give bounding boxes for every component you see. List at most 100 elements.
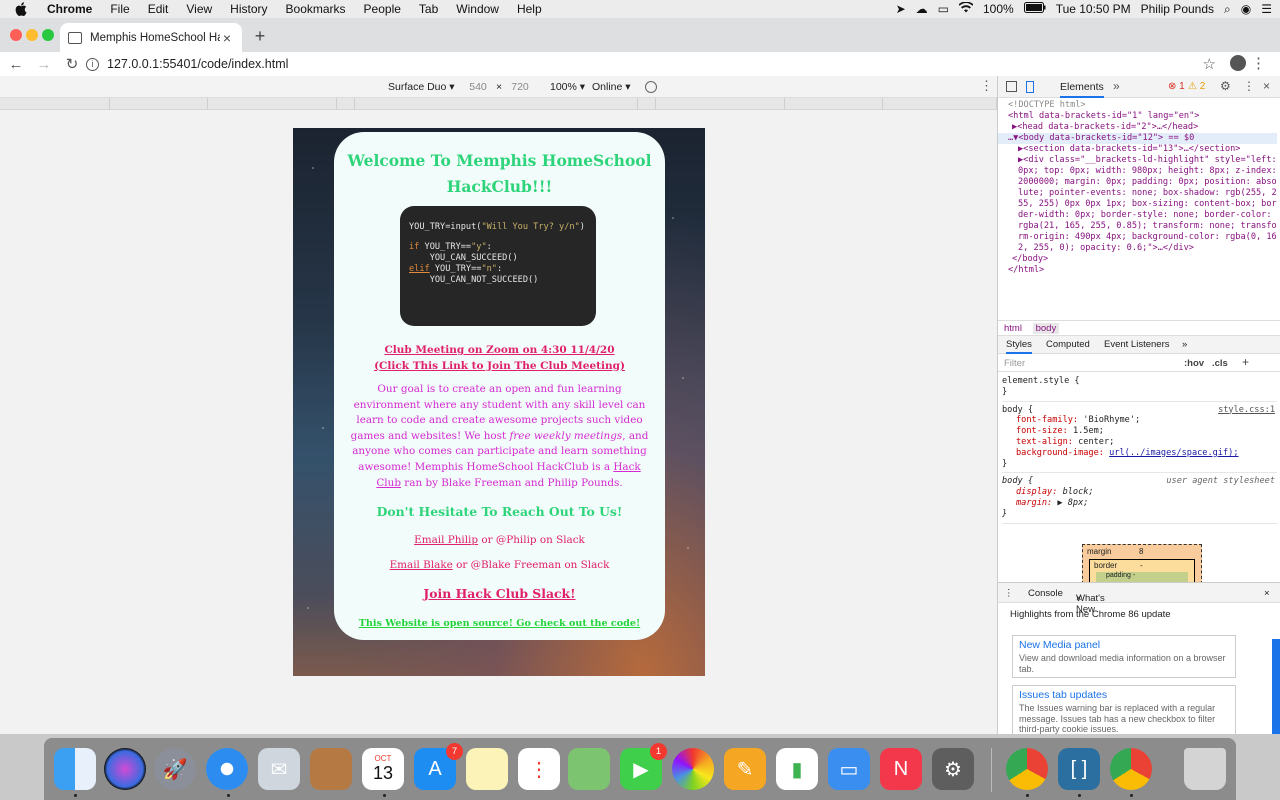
menu-bookmarks[interactable]: Bookmarks	[277, 0, 355, 18]
meeting-info-link[interactable]: Club Meeting on Zoom on 4:30 11/4/20	[344, 344, 655, 356]
more-subtabs-icon[interactable]: »	[1182, 339, 1187, 350]
dom-node[interactable]: <html data-brackets-id="1" lang="en">	[1008, 111, 1277, 122]
media-query-segment[interactable]	[785, 98, 883, 109]
menu-chrome[interactable]: Chrome	[38, 0, 101, 18]
rule-selector[interactable]: element.style {	[1002, 376, 1277, 387]
hover-state-toggle[interactable]: :hov	[1184, 358, 1204, 369]
siri-icon[interactable]: ◉	[1241, 2, 1251, 16]
tab-event-listeners[interactable]: Event Listeners	[1104, 339, 1169, 350]
device-toggle-icon[interactable]	[1026, 81, 1034, 93]
tab-elements[interactable]: Elements	[1060, 76, 1104, 98]
tab-close-icon[interactable]: ×	[220, 30, 234, 46]
close-devtools-icon[interactable]: ×	[1263, 79, 1270, 93]
dom-node[interactable]: </body>	[1008, 254, 1277, 265]
maps-icon[interactable]	[568, 748, 610, 790]
notes-icon[interactable]	[466, 748, 508, 790]
battery-percent[interactable]: 100%	[983, 2, 1014, 16]
more-tabs-icon[interactable]: »	[1113, 79, 1120, 93]
tab-console[interactable]: Console	[1028, 588, 1063, 599]
mail-stamp-icon[interactable]: ✉	[258, 748, 300, 790]
media-query-segment[interactable]	[638, 98, 656, 109]
news-card[interactable]: Issues tab updates The Issues warning ba…	[1012, 685, 1236, 734]
error-count[interactable]: ⊗ 1	[1168, 81, 1185, 92]
chrome-icon[interactable]	[1006, 748, 1048, 790]
news-title[interactable]: New Media panel	[1019, 639, 1229, 651]
media-query-segment[interactable]	[110, 98, 208, 109]
join-slack-link[interactable]: Join Hack Club Slack!	[344, 586, 655, 601]
media-query-segment[interactable]	[0, 98, 110, 109]
keynote-icon[interactable]: ▭	[828, 748, 870, 790]
notification-center-icon[interactable]: ☰	[1261, 2, 1272, 16]
news-icon[interactable]: N	[880, 748, 922, 790]
media-query-segment[interactable]	[656, 98, 785, 109]
device-height-input[interactable]: 720	[500, 81, 540, 93]
cloud-icon[interactable]: ☁	[916, 2, 928, 16]
finder-icon[interactable]	[54, 748, 96, 790]
settings-gear-icon[interactable]: ⚙	[1220, 79, 1231, 93]
battery-icon[interactable]	[1023, 2, 1046, 16]
wifi-icon[interactable]	[958, 1, 974, 16]
style-property[interactable]: text-align: center;	[1002, 437, 1277, 448]
window-minimize-button[interactable]	[26, 29, 38, 41]
rotate-device-icon[interactable]	[645, 81, 657, 93]
email-philip-link[interactable]: Email Philip	[414, 534, 478, 546]
pages-icon[interactable]: ✎	[724, 748, 766, 790]
menubar-clock[interactable]: Tue 10:50 PM	[1056, 2, 1131, 16]
media-query-segment[interactable]	[337, 98, 355, 109]
menu-edit[interactable]: Edit	[139, 0, 178, 18]
devtools-menu-icon[interactable]: ⋮	[1243, 79, 1255, 93]
menu-window[interactable]: Window	[447, 0, 508, 18]
trash-icon[interactable]	[1184, 748, 1226, 790]
brackets-editor-icon[interactable]: [ ]	[1058, 748, 1100, 790]
menu-history[interactable]: History	[221, 0, 276, 18]
menu-view[interactable]: View	[177, 0, 221, 18]
back-arrow-icon[interactable]: ←	[4, 56, 28, 73]
breadcrumb-item-active[interactable]: body	[1032, 323, 1060, 334]
class-toggle[interactable]: .cls	[1212, 358, 1228, 369]
airplay-icon[interactable]: ▭	[938, 2, 949, 16]
box-margin-value[interactable]: 8	[1139, 547, 1143, 556]
dom-node-selected[interactable]: …▼<body data-brackets-id="12"> == $0	[998, 133, 1277, 144]
media-query-segment[interactable]	[883, 98, 997, 109]
close-drawer-icon[interactable]: ×	[1264, 588, 1270, 599]
window-close-button[interactable]	[10, 29, 22, 41]
safari-compass-icon[interactable]	[206, 748, 248, 790]
photos-icon[interactable]	[672, 748, 714, 790]
menu-tab[interactable]: Tab	[410, 0, 447, 18]
browser-tab-active[interactable]: Memphis HomeSchool HackClub ×	[60, 23, 242, 52]
dom-node[interactable]: ▶<head data-brackets-id="2">…</head>	[1008, 122, 1277, 133]
warning-count[interactable]: ⚠ 2	[1188, 81, 1205, 92]
menubar-user[interactable]: Philip Pounds	[1141, 2, 1214, 16]
apple-icon[interactable]	[14, 2, 28, 16]
numbers-chart-icon[interactable]: ▮	[776, 748, 818, 790]
style-property[interactable]: font-size: 1.5em;	[1002, 426, 1277, 437]
launchpad-rocket-icon[interactable]: 🚀	[154, 748, 196, 790]
device-toolbar-more-icon[interactable]: ⋮	[980, 78, 993, 94]
property-value[interactable]: url(../images/space.gif);	[1109, 448, 1238, 458]
menu-people[interactable]: People	[355, 0, 410, 18]
url-text[interactable]: 127.0.0.1:55401/code/index.html	[107, 57, 288, 71]
spotlight-search-icon[interactable]: ⌕	[1224, 2, 1231, 17]
profile-avatar-icon[interactable]	[1230, 55, 1246, 71]
dom-node[interactable]: ▶<section data-brackets-id="13">…</secti…	[1008, 144, 1277, 155]
bookmark-star-icon[interactable]: ☆	[1203, 55, 1216, 73]
zoom-select[interactable]: 100% ▾	[550, 81, 585, 93]
menu-help[interactable]: Help	[508, 0, 551, 18]
email-blake-link[interactable]: Email Blake	[390, 559, 453, 571]
filter-input[interactable]: Filter	[1004, 358, 1025, 369]
dom-node[interactable]: <!DOCTYPE html>	[1008, 100, 1277, 111]
breadcrumb-item[interactable]: html	[1004, 323, 1022, 334]
reload-icon[interactable]: ↻	[60, 55, 84, 73]
media-query-segment[interactable]	[208, 98, 337, 109]
menu-file[interactable]: File	[101, 0, 138, 18]
drawer-menu-icon[interactable]: ⋮	[1004, 588, 1014, 599]
inspect-element-icon[interactable]	[1006, 81, 1017, 92]
style-property[interactable]: font-family: 'BioRhyme';	[1002, 415, 1277, 426]
open-source-link[interactable]: This Website is open source! Go check ou…	[340, 618, 659, 629]
network-throttle-select[interactable]: Online ▾	[592, 81, 631, 93]
tab-styles[interactable]: Styles	[1006, 339, 1032, 354]
news-title[interactable]: Issues tab updates	[1019, 689, 1229, 701]
tab-computed[interactable]: Computed	[1046, 339, 1090, 350]
system-preferences-gear-icon[interactable]: ⚙	[932, 748, 974, 790]
chrome-menu-icon[interactable]: ⋮	[1251, 54, 1266, 72]
